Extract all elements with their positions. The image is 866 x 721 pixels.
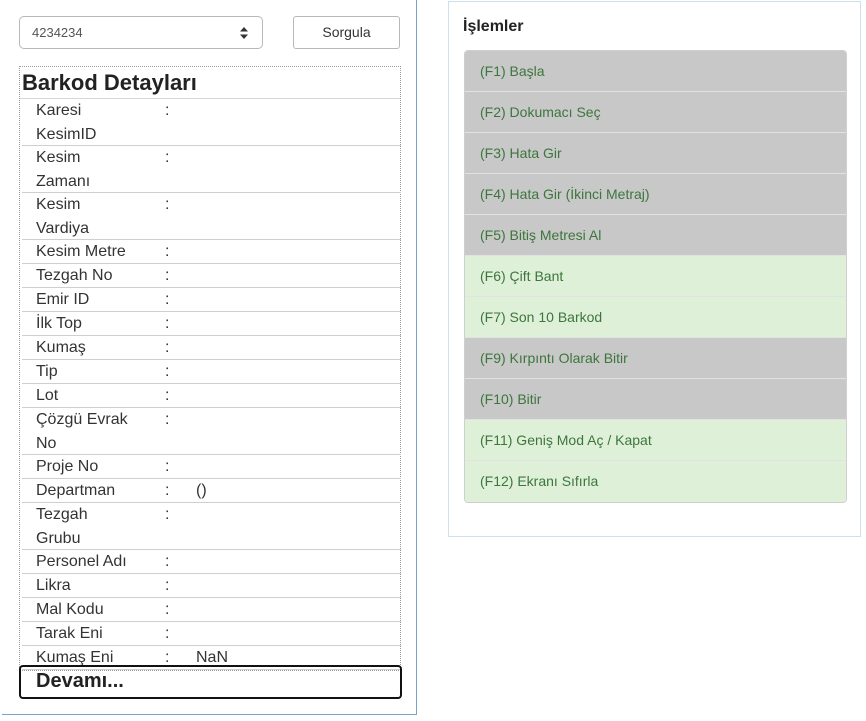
details-rows: Karesi KesimID: Kesim Zamanı: Kesim Vard…: [20, 99, 401, 670]
detail-label: Likra: [36, 577, 71, 594]
detail-value: (): [196, 482, 207, 499]
op-f2-select-weaver-button[interactable]: (F2) Dokumacı Seç: [465, 92, 846, 133]
detail-row: Personel Adı:: [22, 550, 401, 574]
op-f11-wide-mode-toggle-button[interactable]: (F11) Geniş Mod Aç / Kapat: [465, 420, 846, 461]
barcode-value: 4234234: [32, 25, 83, 40]
detail-colon: :: [165, 315, 170, 332]
op-f1-start-button[interactable]: (F1) Başla: [465, 51, 846, 92]
detail-row: Lot:: [22, 384, 401, 408]
detail-row: Kumaş:: [22, 336, 401, 360]
detail-colon: :: [165, 458, 170, 475]
op-f6-double-band-button[interactable]: (F6) Çift Bant: [465, 256, 846, 297]
query-button[interactable]: Sorgula: [293, 16, 400, 49]
detail-colon: :: [165, 291, 170, 308]
detail-label: Personel Adı: [36, 553, 127, 570]
detail-row: Tezgah No:: [22, 264, 401, 288]
detail-label: Kumaş: [36, 339, 86, 356]
detail-label: Tarak Eni: [36, 625, 103, 642]
detail-row: Mal Kodu:: [22, 598, 401, 622]
detail-colon: :: [165, 411, 170, 428]
details-title: Barkod Detayları: [20, 67, 400, 99]
detail-label: Tezgah No: [36, 267, 113, 284]
barcode-details: Barkod Detayları Karesi KesimID: Kesim Z…: [19, 66, 401, 671]
detail-label: Tip: [36, 363, 58, 380]
detail-colon: :: [165, 363, 170, 380]
detail-label: Çözgü Evrak No: [36, 411, 128, 452]
detail-row: Emir ID:: [22, 288, 401, 312]
detail-colon: :: [165, 387, 170, 404]
detail-colon: :: [165, 577, 170, 594]
detail-colon: :: [165, 267, 170, 284]
detail-row: Kesim Metre:: [22, 240, 401, 264]
detail-label: İlk Top: [36, 315, 82, 332]
detail-colon: :: [165, 196, 170, 213]
detail-colon: :: [165, 625, 170, 642]
detail-colon: :: [165, 601, 170, 618]
op-f3-enter-defect-button[interactable]: (F3) Hata Gir: [465, 133, 846, 174]
detail-row: Likra:: [22, 574, 401, 598]
operations-title: İşlemler: [463, 18, 524, 35]
op-f7-last-10-barcodes-button[interactable]: (F7) Son 10 Barkod: [465, 297, 846, 338]
detail-colon: :: [165, 506, 170, 523]
detail-colon: :: [165, 243, 170, 260]
detail-row: Tezgah Grubu:: [22, 503, 401, 550]
detail-label: Kesim Zamanı: [36, 149, 91, 190]
detail-row: Çözgü Evrak No:: [22, 408, 401, 455]
detail-row: Departman: (): [22, 479, 401, 503]
detail-row: Karesi KesimID:: [22, 99, 401, 146]
detail-label: Lot: [36, 387, 59, 404]
detail-row: Proje No:: [22, 455, 401, 479]
detail-label: Departman: [36, 482, 116, 499]
detail-colon: :: [165, 102, 170, 119]
op-f4-enter-defect-second-button[interactable]: (F4) Hata Gir (İkinci Metraj): [465, 174, 846, 215]
spinner-arrows-icon[interactable]: [239, 26, 249, 40]
detail-row: Kesim Zamanı:: [22, 146, 401, 193]
op-f5-end-meter-button[interactable]: (F5) Bitiş Metresi Al: [465, 215, 846, 256]
operations-panel: İşlemler (F1) Başla (F2) Dokumacı Seç (F…: [448, 1, 861, 537]
operations-list: (F1) Başla (F2) Dokumacı Seç (F3) Hata G…: [464, 50, 847, 503]
detail-label: Mal Kodu: [36, 601, 104, 618]
detail-colon: :: [165, 149, 170, 166]
detail-label: Kesim Vardiya: [36, 196, 90, 237]
detail-row: Kesim Vardiya:: [22, 193, 401, 240]
barcode-select[interactable]: 4234234: [19, 16, 263, 49]
detail-row: Tarak Eni:: [22, 622, 401, 646]
op-f10-finish-button[interactable]: (F10) Bitir: [465, 379, 846, 420]
more-button[interactable]: Devamı...: [19, 665, 402, 699]
detail-label: Emir ID: [36, 291, 90, 308]
detail-colon: :: [165, 339, 170, 356]
detail-row: Tip:: [22, 360, 401, 384]
detail-row: İlk Top:: [22, 312, 401, 336]
detail-colon: :: [165, 553, 170, 570]
detail-label: Tezgah Grubu: [36, 506, 88, 547]
op-f12-reset-screen-button[interactable]: (F12) Ekranı Sıfırla: [465, 461, 846, 502]
detail-label: Karesi KesimID: [36, 102, 97, 143]
detail-label: Proje No: [36, 458, 99, 475]
detail-label: Kesim Metre: [36, 243, 126, 260]
detail-colon: :: [165, 482, 170, 499]
op-f9-finish-as-scrap-button[interactable]: (F9) Kırpıntı Olarak Bitir: [465, 338, 846, 379]
